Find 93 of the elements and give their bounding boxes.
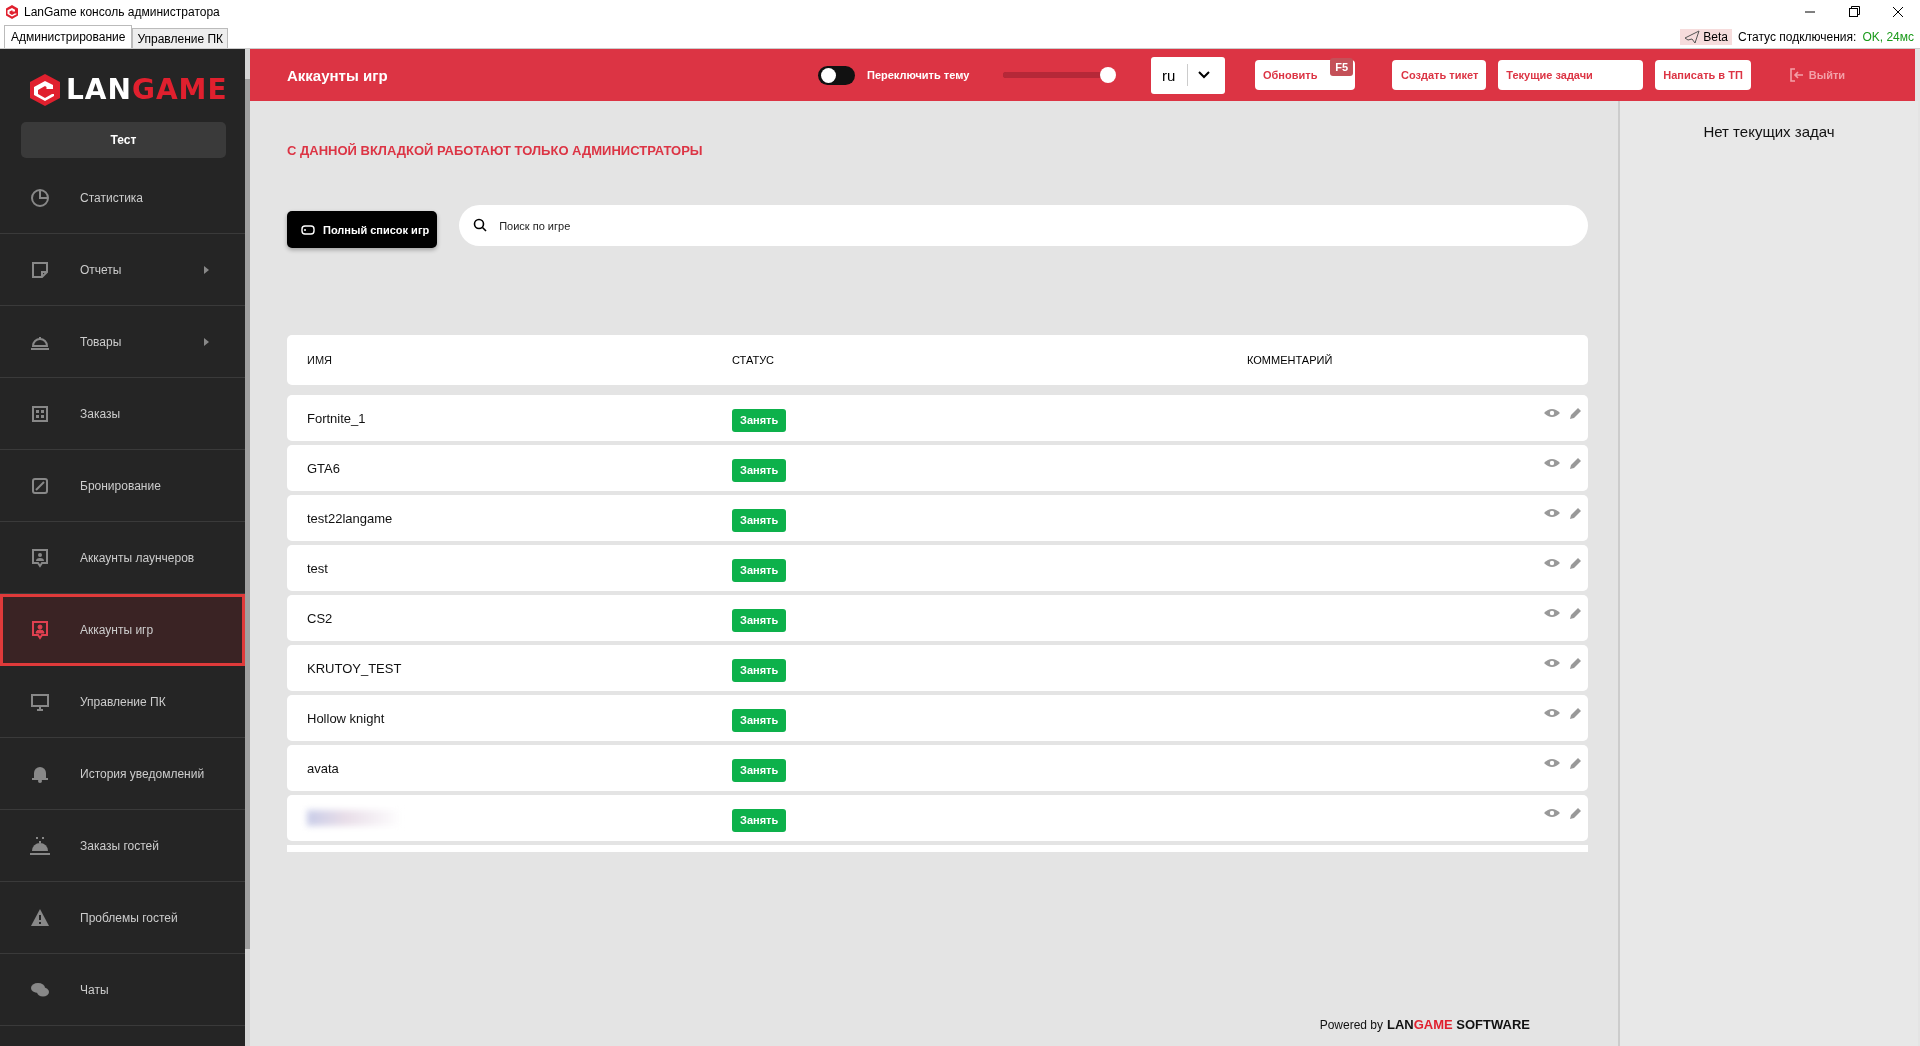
eye-icon[interactable] xyxy=(1544,758,1560,768)
table-row[interactable]: avata Занять xyxy=(287,745,1588,791)
monitor-icon xyxy=(30,691,50,712)
pencil-icon[interactable] xyxy=(1570,657,1582,669)
connection-status: OK, 24мс xyxy=(1862,30,1914,44)
eye-icon[interactable] xyxy=(1544,608,1560,618)
chevron-down-icon xyxy=(1198,71,1211,79)
game-name: Hollow knight xyxy=(306,710,386,726)
logout-icon xyxy=(1789,68,1804,82)
brand-text: LANGAME SOFTWARE xyxy=(1387,1017,1530,1032)
slider-thumb[interactable] xyxy=(1099,67,1116,83)
table-row[interactable]: CS2 Занять xyxy=(287,595,1588,641)
page-title: Аккаунты игр xyxy=(287,66,389,84)
connection-label: Статус подключения: xyxy=(1738,30,1857,44)
eye-icon[interactable] xyxy=(1544,658,1560,668)
pencil-icon[interactable] xyxy=(1570,707,1582,719)
eye-icon[interactable] xyxy=(1544,508,1560,518)
grid-icon xyxy=(30,403,50,424)
game-name: test22langame xyxy=(306,510,394,526)
table-row[interactable]: test Занять xyxy=(287,545,1588,591)
header-button[interactable]: Текущие задачи xyxy=(1498,60,1644,90)
eye-icon[interactable] xyxy=(1544,408,1560,418)
theme-toggle[interactable] xyxy=(818,65,855,85)
header-button[interactable]: Создать тикет xyxy=(1392,60,1487,90)
sidebar-item-label: Товары xyxy=(80,334,122,349)
app-tab[interactable]: Управление ПК xyxy=(132,28,229,48)
window-title: LanGame консоль администратора xyxy=(24,5,220,19)
game-name: CS2 xyxy=(306,610,334,626)
sidebar-item-label: Проблемы гостей xyxy=(80,910,178,925)
sidebar-item-label: Статистика xyxy=(80,190,144,205)
sidebar-item-label: Заказы xyxy=(80,406,121,421)
table-row[interactable]: Fortnite_1 Занять xyxy=(287,395,1588,441)
sidebar-item[interactable]: Аккаунты игр xyxy=(0,594,245,666)
note-icon xyxy=(30,259,50,280)
airplane-icon xyxy=(1684,30,1701,44)
sidebar-item-label: Бронирование xyxy=(80,478,161,493)
game-name: test xyxy=(306,560,329,576)
club-button[interactable]: Тест xyxy=(21,122,226,158)
table-row[interactable]: KRUTOY_TEST Занять xyxy=(287,645,1588,691)
logo-text: LANGAME xyxy=(66,73,228,106)
scrollbar-thumb[interactable] xyxy=(245,79,250,949)
cloche-icon xyxy=(30,835,50,856)
admin-notice: С ДАННОЙ ВКЛАДКОЙ РАБОТАЮТ ТОЛЬКО АДМИНИСТРАТОРЫ xyxy=(287,143,704,158)
pencil-icon[interactable] xyxy=(1570,757,1582,769)
game-name: Fortnite_1 xyxy=(306,410,367,426)
gamepad-icon xyxy=(301,224,315,235)
table-row[interactable]: test22langame Занять xyxy=(287,495,1588,541)
eye-icon[interactable] xyxy=(1544,708,1560,718)
sidebar-item-label: Чаты xyxy=(80,982,109,997)
sidebar-item-label: Управление ПК xyxy=(80,694,166,709)
sidebar-item-label: Аккаунты игр xyxy=(80,623,154,637)
pencil-icon[interactable] xyxy=(1570,507,1582,519)
hotkey-badge: F5 xyxy=(1330,58,1353,76)
powered-by-text: Powered by xyxy=(1319,1018,1383,1032)
beta-label: Beta xyxy=(1703,30,1728,44)
square-slash-icon xyxy=(30,475,50,496)
eye-icon[interactable] xyxy=(1544,458,1560,468)
pencil-icon[interactable] xyxy=(1570,557,1582,569)
app-tab[interactable]: Администрирование xyxy=(4,25,133,48)
sidebar-item-label: Аккаунты лаунчеров xyxy=(80,550,195,565)
pencil-icon[interactable] xyxy=(1570,807,1582,819)
column-header: ИМЯ xyxy=(306,354,333,366)
search-field[interactable]: Поиск по игре xyxy=(459,205,1588,246)
eye-icon[interactable] xyxy=(1544,808,1560,818)
header-button[interactable]: Написать в ТП xyxy=(1655,60,1751,90)
user-card-icon xyxy=(30,620,50,640)
column-header: КОММЕНТАРИЙ xyxy=(1247,354,1333,366)
theme-toggle-label: Переключить тему xyxy=(867,69,971,81)
header-button[interactable]: Обновить F5 xyxy=(1255,60,1355,90)
user-card-icon xyxy=(30,547,50,568)
sidebar-item-label: Заказы гостей xyxy=(80,838,159,853)
app-logo-icon xyxy=(6,5,18,19)
eye-icon[interactable] xyxy=(1544,558,1560,568)
warning-icon xyxy=(30,907,50,928)
table-row[interactable]: GTA6 Занять xyxy=(287,445,1588,491)
full-games-list-button[interactable]: Полный список игр xyxy=(287,211,438,248)
submenu-arrow-icon xyxy=(204,265,209,274)
slider[interactable] xyxy=(1003,67,1113,83)
sidebar-item-label: История уведомлений xyxy=(80,766,205,781)
game-name: avata xyxy=(306,760,340,776)
no-tasks-text: Нет текущих задач xyxy=(1703,123,1835,141)
sidebar-item-label: Отчеты xyxy=(80,262,122,277)
pencil-icon[interactable] xyxy=(1570,607,1582,619)
submenu-arrow-icon xyxy=(204,337,209,346)
pencil-icon[interactable] xyxy=(1570,407,1582,419)
game-name: GTA6 xyxy=(306,460,341,476)
game-name: KRUTOY_TEST xyxy=(306,660,403,676)
table-row[interactable]: Hollow knight Занять xyxy=(287,695,1588,741)
logo-icon xyxy=(30,74,60,106)
pie-chart-icon xyxy=(30,187,50,208)
column-header: СТАТУС xyxy=(732,354,776,366)
pencil-icon[interactable] xyxy=(1570,457,1582,469)
language-select[interactable]: ru xyxy=(1151,56,1225,94)
